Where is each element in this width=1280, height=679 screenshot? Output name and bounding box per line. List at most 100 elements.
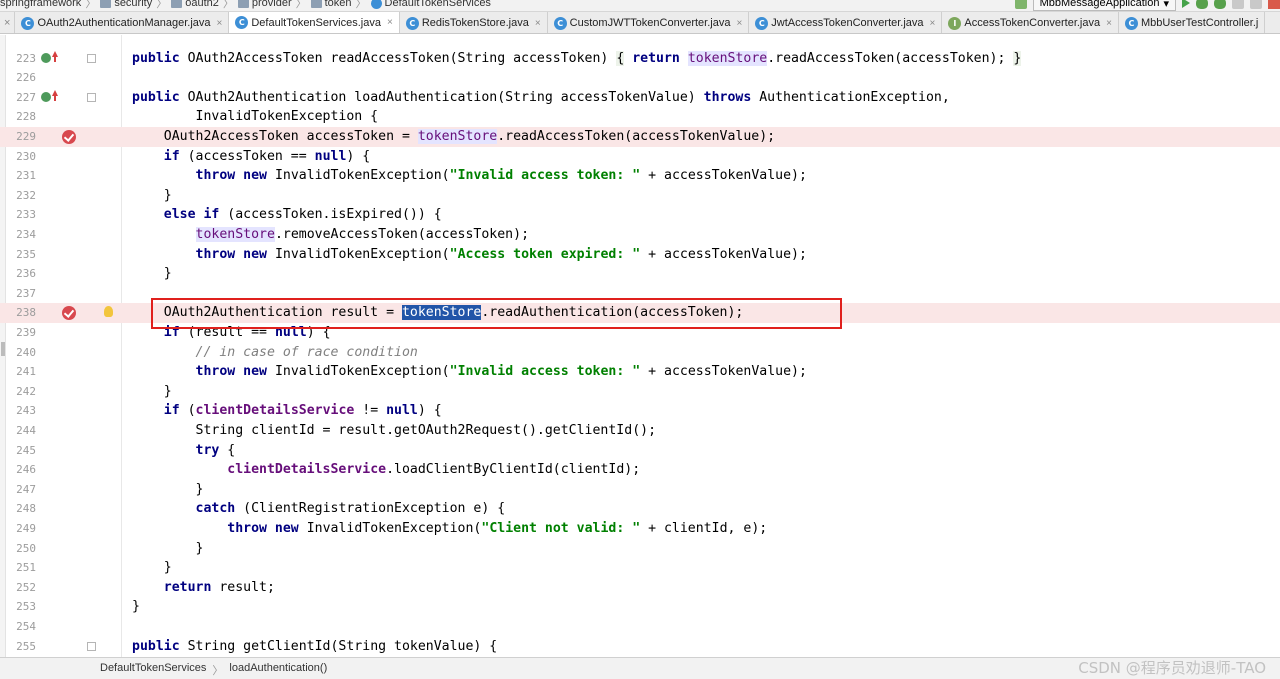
run-configuration-select[interactable]: MbbMessageApplication ▾: [1032, 0, 1176, 11]
code-text: return result;: [163, 579, 275, 595]
code-line[interactable]: 235 throw new InvalidTokenException("Acc…: [0, 245, 1280, 265]
close-icon[interactable]: ×: [535, 18, 541, 29]
code-line[interactable]: 231 throw new InvalidTokenException("Inv…: [0, 166, 1280, 186]
code-line[interactable]: 246 clientDetailsService.loadClientByCli…: [0, 460, 1280, 480]
code-text: if (accessToken == null) {: [163, 148, 371, 164]
code-line[interactable]: 247 }: [0, 480, 1280, 500]
line-number: 254: [16, 620, 36, 633]
code-line-breakpoint[interactable]: 229 OAuth2AccessToken accessToken = toke…: [0, 127, 1280, 147]
code-line[interactable]: 242 }: [0, 382, 1280, 402]
code-line[interactable]: 250 }: [0, 539, 1280, 559]
tab-default-token-services[interactable]: C DefaultTokenServices.java ×: [229, 12, 400, 33]
code-line[interactable]: 248 catch (ClientRegistrationException e…: [0, 499, 1280, 519]
breakpoint-icon[interactable]: [62, 306, 76, 321]
tab-access-token-converter[interactable]: I AccessTokenConverter.java ×: [942, 12, 1119, 33]
fold-icon[interactable]: [87, 92, 96, 102]
code-line[interactable]: 249 throw new InvalidTokenException("Cli…: [0, 519, 1280, 539]
code-line[interactable]: 236 }: [0, 264, 1280, 284]
line-number: 235: [16, 247, 36, 261]
class-icon: C: [405, 16, 419, 30]
line-number: 240: [16, 345, 36, 359]
code-text: try {: [195, 442, 236, 458]
code-line[interactable]: 237: [0, 284, 1280, 304]
breadcrumb-item-springframework[interactable]: springframework: [0, 0, 81, 9]
line-number: 233: [16, 208, 36, 222]
code-editor[interactable]: 222 223 public OAuth2AccessToken readAcc…: [0, 35, 1280, 657]
path-item-class[interactable]: DefaultTokenServices: [100, 662, 206, 678]
code-line[interactable]: 254: [0, 617, 1280, 637]
breakpoint-icon[interactable]: [62, 130, 76, 144]
code-text: }: [132, 481, 204, 497]
code-text: throw new InvalidTokenException("Access …: [195, 246, 807, 262]
breadcrumb-item-class[interactable]: DefaultTokenServices: [370, 0, 491, 9]
close-icon[interactable]: ×: [1106, 18, 1112, 29]
code-line[interactable]: 239 if (result == null) {: [0, 323, 1280, 343]
code-line[interactable]: 234 tokenStore.removeAccessToken(accessT…: [0, 225, 1280, 245]
tab-mbb-user-test-controller[interactable]: C MbbUserTestController.j: [1119, 12, 1266, 33]
line-number: 253: [16, 600, 36, 614]
class-icon: [370, 0, 382, 9]
close-icon[interactable]: ×: [217, 18, 223, 29]
profile-icon[interactable]: [1232, 0, 1244, 9]
code-text: }: [132, 540, 204, 556]
code-line[interactable]: 233 else if (accessToken.isExpired()) {: [0, 205, 1280, 225]
intention-bulb-icon[interactable]: [104, 306, 113, 318]
class-icon: C: [553, 16, 567, 30]
code-line[interactable]: 241 throw new InvalidTokenException("Inv…: [0, 362, 1280, 382]
close-icon[interactable]: ×: [736, 18, 742, 29]
line-number: 241: [16, 365, 36, 379]
implements-method-icon[interactable]: [41, 50, 59, 65]
close-tab-icon[interactable]: ×: [0, 12, 16, 33]
code-line[interactable]: 240 // in case of race condition: [0, 343, 1280, 363]
code-text: public String getClientId(String tokenVa…: [132, 638, 498, 654]
code-line[interactable]: 227 public OAuth2Authentication loadAuth…: [0, 88, 1280, 108]
code-line[interactable]: 228 InvalidTokenException {: [0, 107, 1280, 127]
breadcrumb-item-provider[interactable]: provider: [237, 0, 292, 9]
path-item-method[interactable]: loadAuthentication(): [229, 662, 327, 678]
fold-icon[interactable]: [87, 641, 96, 651]
code-text: catch (ClientRegistrationException e) {: [195, 501, 506, 517]
code-line[interactable]: 255 public String getClientId(String tok…: [0, 637, 1280, 657]
code-text: throw new InvalidTokenException("Invalid…: [195, 168, 807, 184]
line-number: 232: [16, 188, 36, 202]
class-icon: C: [235, 16, 249, 29]
close-icon[interactable]: ×: [930, 18, 936, 29]
close-icon[interactable]: ×: [387, 17, 393, 28]
code-line[interactable]: 222: [0, 35, 1280, 42]
code-line[interactable]: 223 public OAuth2AccessToken readAccessT…: [0, 49, 1280, 69]
implements-method-icon[interactable]: [41, 89, 59, 104]
stop-icon[interactable]: [1268, 0, 1280, 9]
code-line[interactable]: 245 try {: [0, 441, 1280, 461]
code-text: if (result == null) {: [163, 325, 331, 340]
run-icon[interactable]: [1182, 0, 1190, 8]
code-line[interactable]: 230 if (accessToken == null) {: [0, 147, 1280, 167]
code-line[interactable]: 251 }: [0, 558, 1280, 578]
coverage-icon[interactable]: [1214, 0, 1226, 9]
tab-redis-token-store[interactable]: C RedisTokenStore.java ×: [400, 12, 548, 33]
breadcrumb-separator: 〉: [355, 0, 367, 10]
code-line[interactable]: 226: [0, 68, 1280, 88]
breadcrumb-item-oauth2[interactable]: oauth2: [171, 0, 219, 9]
path-separator: 〉: [212, 665, 224, 677]
code-line[interactable]: 244 String clientId = result.getOAuth2Re…: [0, 421, 1280, 441]
tab-custom-jwt-token-converter[interactable]: C CustomJWTTokenConverter.java ×: [548, 12, 750, 33]
line-number: 237: [16, 286, 36, 300]
code-line[interactable]: 253 }: [0, 597, 1280, 617]
rerun-icon[interactable]: [1250, 0, 1262, 9]
code-line[interactable]: 232 }: [0, 186, 1280, 206]
structure-path: DefaultTokenServices 〉 loadAuthenticatio…: [100, 662, 327, 678]
breadcrumb-item-security[interactable]: security: [100, 0, 152, 9]
code-line[interactable]: 243 if (clientDetailsService != null) {: [0, 401, 1280, 421]
code-line[interactable]: 252 return result;: [0, 578, 1280, 598]
debug-icon[interactable]: [1196, 0, 1208, 9]
tab-oauth2-authentication-manager[interactable]: C OAuth2AuthenticationManager.java ×: [15, 12, 230, 33]
line-number: 247: [16, 482, 36, 496]
line-number: 251: [16, 561, 36, 575]
code-line-breakpoint[interactable]: 238 OAuth2Authentication result = tokenS…: [0, 303, 1280, 323]
build-hammer-icon[interactable]: [1014, 0, 1027, 9]
line-number: 236: [16, 267, 36, 281]
breadcrumb-item-token[interactable]: token: [310, 0, 352, 9]
fold-icon[interactable]: [87, 53, 96, 63]
tab-jwt-access-token-converter[interactable]: C JwtAccessTokenConverter.java ×: [749, 12, 943, 33]
line-number: 223: [16, 51, 36, 65]
